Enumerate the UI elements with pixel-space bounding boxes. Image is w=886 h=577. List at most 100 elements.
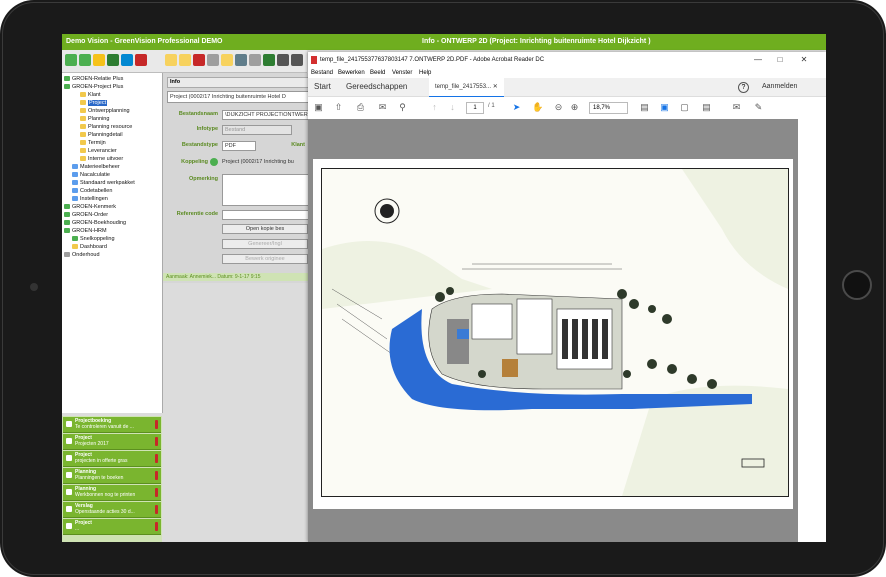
tree-item[interactable]: Dashboard	[72, 243, 107, 251]
task-item[interactable]: Project...	[63, 519, 161, 535]
copy-icon[interactable]	[179, 54, 191, 66]
minimize-icon[interactable]: —	[748, 52, 768, 68]
hand-icon[interactable]: ✋	[532, 103, 543, 112]
select-cursor-icon[interactable]: ➤	[512, 103, 521, 112]
task-item[interactable]: Planning Werkbonnen nog te printen	[63, 485, 161, 501]
fullscreen-icon[interactable]: ▢	[680, 103, 689, 112]
menu-item[interactable]: Bewerken	[338, 68, 365, 78]
tab-document[interactable]: temp_file_2417553... ✕	[429, 78, 504, 98]
sign-icon[interactable]: ✎	[754, 103, 763, 112]
favorite-icon[interactable]	[93, 54, 105, 66]
save-icon[interactable]	[121, 54, 133, 66]
zoom-in-icon[interactable]: ⊕	[570, 103, 579, 112]
tree-item[interactable]: Materieelbeheer	[72, 163, 120, 171]
task-item[interactable]: Project Projecten 2017	[63, 434, 161, 450]
maximize-icon[interactable]: □	[770, 52, 790, 68]
task-item[interactable]: Planning Planningen te boeken	[63, 468, 161, 484]
close-tab-icon[interactable]: ✕	[493, 84, 498, 90]
filter-icon[interactable]	[249, 54, 261, 66]
delete-icon[interactable]	[135, 54, 147, 66]
tree-item[interactable]: Planning resource	[80, 123, 132, 131]
tree-item[interactable]: GROEN-Order	[64, 211, 108, 219]
tab-start[interactable]: Start	[314, 78, 331, 96]
bestandsnaam-field[interactable]: \DIJKZICHT PROJECT\ONTWER	[222, 110, 310, 120]
tractor-icon[interactable]	[277, 54, 289, 66]
new-icon[interactable]	[165, 54, 177, 66]
tree-item[interactable]: Instellingen	[72, 195, 108, 203]
tree-item[interactable]: Ontwerpplanning	[80, 107, 130, 115]
menu-item[interactable]: Venster	[392, 68, 412, 78]
edit-icon[interactable]	[221, 54, 233, 66]
tree-item[interactable]: Planning	[80, 115, 109, 123]
tree-item[interactable]: Termijn	[80, 139, 106, 147]
module-icon	[64, 84, 70, 89]
generate-button[interactable]: Genereer/Ingl	[222, 239, 308, 249]
task-item[interactable]: Project projecten in offerte gras	[63, 451, 161, 467]
task-item[interactable]: Projectboeking Te controleren vanuit de .…	[63, 417, 161, 433]
comment-icon[interactable]: ✉	[732, 103, 741, 112]
help-icon[interactable]: ?	[738, 82, 749, 93]
referentie-field[interactable]	[222, 210, 310, 220]
tree-item[interactable]: Standaard werkpakket	[72, 179, 135, 187]
mail-icon[interactable]: ✉	[378, 103, 387, 112]
fit-page-icon[interactable]: ▤	[640, 103, 649, 112]
back-icon[interactable]	[65, 54, 77, 66]
open-copy-button[interactable]: Open kopie bes	[222, 224, 308, 234]
zoom-select[interactable]: 18,7%	[589, 102, 628, 114]
page-total: / 1	[488, 103, 495, 109]
tree-item[interactable]: GROEN-Boekhouding	[64, 219, 126, 227]
document-icon[interactable]	[107, 54, 119, 66]
print-icon[interactable]: ⎙	[356, 103, 365, 112]
menu-item[interactable]: Help	[419, 68, 431, 78]
acrobat-window: temp_file_241755377637803147 7.ONTWERP 2…	[308, 52, 826, 542]
tree-item[interactable]: Onderhoud	[64, 251, 100, 259]
task-item[interactable]: Verslag Openstaande acties 30 d...	[63, 502, 161, 518]
truck-icon[interactable]	[291, 54, 303, 66]
tree-item[interactable]: GROEN-HRM	[64, 227, 107, 235]
tab-tools[interactable]: Gereedschappen	[346, 78, 407, 96]
tree-item[interactable]: Snelkoppeling	[72, 235, 115, 243]
project-field[interactable]: Project (0002/17 Inrichting buitenruimte…	[167, 91, 311, 103]
tree-item[interactable]: GROEN-Kenmerk	[64, 203, 116, 211]
forward-icon[interactable]	[79, 54, 91, 66]
search-icon[interactable]: ⚲	[398, 103, 407, 112]
page-number-input[interactable]: 1	[466, 102, 484, 114]
tree-item[interactable]: Interne uitvoer	[80, 155, 123, 163]
tree-item[interactable]: Nacalculatie	[72, 171, 110, 179]
remove-icon[interactable]	[193, 54, 205, 66]
tree-item[interactable]: GROEN-Project Plus	[64, 83, 123, 91]
document-view[interactable]	[308, 119, 798, 542]
prev-page-icon[interactable]: ↑	[430, 103, 439, 112]
tree-item[interactable]: Codetabellen	[72, 187, 112, 195]
infotype-select[interactable]: Bestand	[222, 125, 292, 135]
arrow-right-icon[interactable]	[210, 158, 218, 166]
opmerking-field[interactable]	[222, 174, 310, 206]
module-icon	[64, 212, 70, 217]
search-icon[interactable]	[235, 54, 247, 66]
home-button[interactable]	[842, 270, 872, 300]
acrobat-toolbar: ▣ ⇧ ⎙ ✉ ⚲ ↑ ↓ 1 / 1 ➤ ✋ ⊝ ⊕ 18,7% ▤ ▣ ▢ …	[308, 97, 826, 120]
close-icon[interactable]: ✕	[794, 52, 814, 68]
traffic-light-icon	[155, 471, 158, 480]
tree-item[interactable]: GROEN-Relatie Plus	[64, 75, 123, 83]
menu-item[interactable]: Bestand	[311, 68, 333, 78]
fit-width-icon[interactable]: ▣	[660, 103, 669, 112]
info-form: Info Project (0002/17 Inrichting buitenr…	[163, 73, 313, 283]
read-mode-icon[interactable]: ▤	[702, 103, 711, 112]
next-page-icon[interactable]: ↓	[448, 103, 457, 112]
save-icon[interactable]: ▣	[314, 103, 323, 112]
upload-icon[interactable]: ⇧	[334, 103, 343, 112]
camera	[30, 283, 38, 291]
print-icon[interactable]	[207, 54, 219, 66]
export-icon[interactable]	[263, 54, 275, 66]
bestandstype-field[interactable]: PDF	[222, 141, 256, 151]
vertical-scrollbar[interactable]	[798, 119, 826, 542]
edit-original-button[interactable]: Bewerk originee	[222, 254, 308, 264]
tree-item[interactable]: Planningdetail	[80, 131, 123, 139]
signin-button[interactable]: Aanmelden	[762, 78, 797, 96]
menu-item[interactable]: Beeld	[370, 68, 385, 78]
tree-item-selected[interactable]: Project	[80, 99, 108, 107]
zoom-out-icon[interactable]: ⊝	[554, 103, 563, 112]
tree-item[interactable]: Klant	[80, 91, 101, 99]
tree-item[interactable]: Leverancier	[80, 147, 117, 155]
